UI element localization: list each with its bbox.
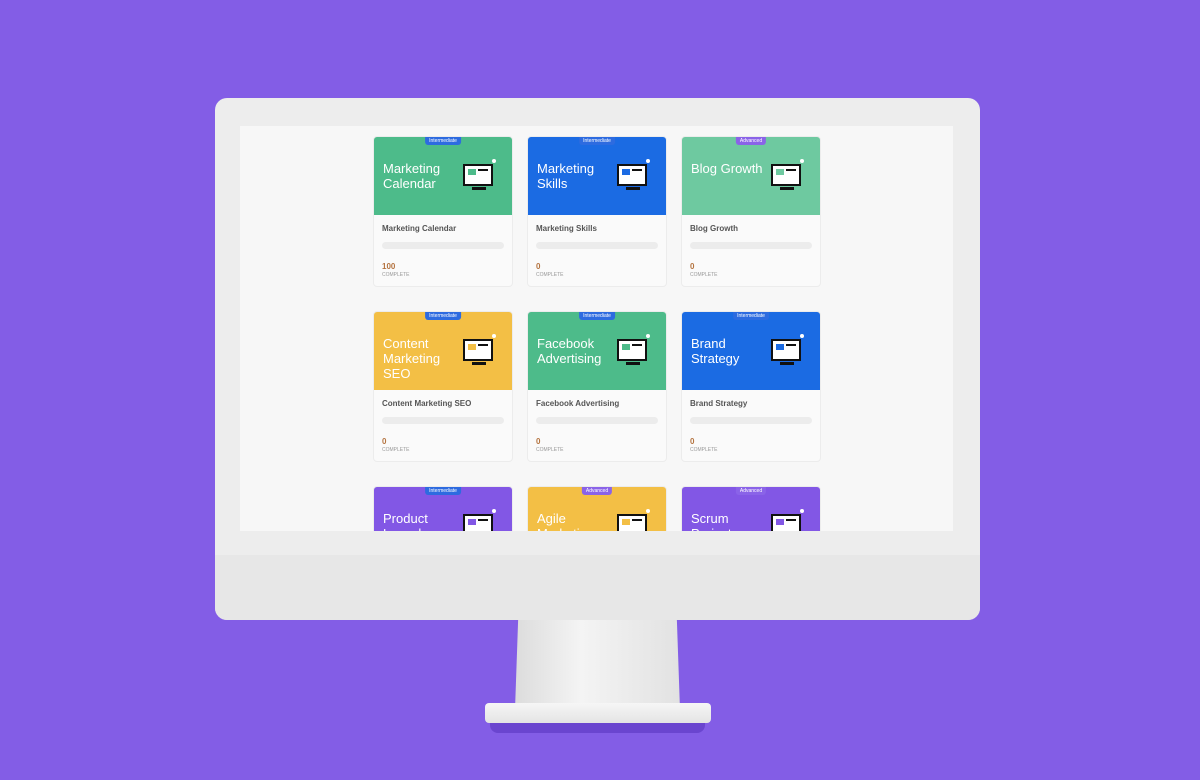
progress-value: 0 bbox=[536, 437, 541, 446]
level-badge: Intermediate bbox=[425, 312, 461, 320]
banner-title: Scrum Project Management bbox=[691, 511, 731, 531]
progress-value: 0 bbox=[690, 437, 695, 446]
progress-bar bbox=[382, 242, 504, 249]
progress-bar bbox=[382, 417, 504, 424]
course-card[interactable]: Advanced Scrum Project Management bbox=[681, 486, 821, 531]
screen: Intermediate Marketing Calendar Marketin… bbox=[240, 126, 953, 531]
rocket-illustration-icon bbox=[463, 509, 496, 531]
course-banner: Intermediate Marketing Skills bbox=[528, 137, 666, 215]
progress-value: 0 bbox=[382, 437, 387, 446]
course-card[interactable]: Advanced Blog Growth Blog Growth 0 COMPL… bbox=[681, 136, 821, 287]
progress-label: COMPLETE bbox=[690, 447, 718, 453]
course-card[interactable]: Intermediate Facebook Advertising Facebo… bbox=[527, 311, 667, 462]
funnel-illustration-icon bbox=[617, 159, 650, 190]
hand-illustration-icon bbox=[771, 509, 804, 531]
course-name: Blog Growth bbox=[690, 224, 738, 233]
banner-title: Blog Growth bbox=[691, 161, 763, 176]
course-banner: Intermediate Brand Strategy bbox=[682, 312, 820, 390]
course-banner: Intermediate Marketing Calendar bbox=[374, 137, 512, 215]
level-badge: Advanced bbox=[735, 137, 767, 145]
progress-bar bbox=[536, 242, 658, 249]
course-name: Marketing Calendar bbox=[382, 224, 457, 233]
course-card[interactable]: Intermediate Content Marketing SEO Conte… bbox=[373, 311, 513, 462]
course-banner: Intermediate Facebook Advertising bbox=[528, 312, 666, 390]
house-illustration-icon bbox=[771, 159, 804, 190]
level-badge: Intermediate bbox=[579, 312, 615, 320]
course-name: Content Marketing SEO bbox=[382, 399, 472, 408]
level-badge: Intermediate bbox=[425, 487, 461, 495]
course-banner: Advanced Blog Growth bbox=[682, 137, 820, 215]
progress-label: COMPLETE bbox=[382, 447, 410, 453]
level-badge: Advanced bbox=[735, 487, 767, 495]
course-card[interactable]: Intermediate Marketing Skills Marketing … bbox=[527, 136, 667, 287]
course-name: Brand Strategy bbox=[690, 399, 748, 408]
level-badge: Advanced bbox=[581, 487, 613, 495]
course-card[interactable]: Intermediate Brand Strategy Brand Strate… bbox=[681, 311, 821, 462]
progress-bar bbox=[536, 417, 658, 424]
monitor-base bbox=[485, 703, 711, 723]
course-banner: Intermediate Content Marketing SEO bbox=[374, 312, 512, 390]
banner-title: Facebook Advertising bbox=[537, 336, 602, 366]
course-name: Marketing Skills bbox=[536, 224, 597, 233]
level-badge: Intermediate bbox=[733, 312, 769, 320]
progress-label: COMPLETE bbox=[382, 272, 410, 278]
banner-title: Marketing Skills bbox=[537, 161, 595, 191]
book-illustration-icon bbox=[771, 334, 804, 365]
progress-value: 100 bbox=[382, 262, 396, 271]
monitor-stand bbox=[515, 615, 680, 710]
progress-label: COMPLETE bbox=[690, 272, 718, 278]
cone-illustration-icon bbox=[617, 509, 650, 531]
banner-title: Agile Marketing bbox=[537, 511, 594, 531]
progress-value: 0 bbox=[690, 262, 695, 271]
course-name: Facebook Advertising bbox=[536, 399, 620, 408]
progress-bar bbox=[690, 242, 812, 249]
course-banner: Advanced Scrum Project Management bbox=[682, 487, 820, 531]
course-card[interactable]: Intermediate Marketing Calendar Marketin… bbox=[373, 136, 513, 287]
course-banner: Intermediate Product Launch bbox=[374, 487, 512, 531]
course-card[interactable]: Intermediate Product Launch bbox=[373, 486, 513, 531]
banner-title: Content Marketing SEO bbox=[383, 336, 441, 381]
monitor-illustration-icon bbox=[617, 334, 650, 365]
calendar-illustration-icon bbox=[463, 159, 496, 190]
banner-title: Marketing Calendar bbox=[383, 161, 441, 191]
course-banner: Advanced Agile Marketing bbox=[528, 487, 666, 531]
monitor-search-illustration-icon bbox=[463, 334, 496, 365]
level-badge: Intermediate bbox=[579, 137, 615, 145]
level-badge: Intermediate bbox=[425, 137, 461, 145]
banner-title: Product Launch bbox=[383, 511, 428, 531]
monitor-chin bbox=[215, 555, 980, 620]
course-card[interactable]: Advanced Agile Marketing bbox=[527, 486, 667, 531]
progress-label: COMPLETE bbox=[536, 272, 564, 278]
progress-value: 0 bbox=[536, 262, 541, 271]
progress-label: COMPLETE bbox=[536, 447, 564, 453]
banner-title: Brand Strategy bbox=[691, 336, 740, 366]
progress-bar bbox=[690, 417, 812, 424]
